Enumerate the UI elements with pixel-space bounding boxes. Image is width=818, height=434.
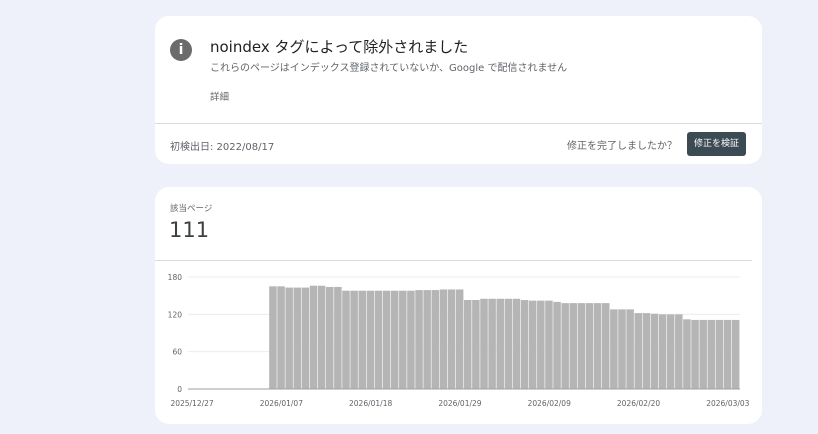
y-tick-label: 60 <box>172 348 182 357</box>
chart-bar <box>285 287 293 389</box>
chart-bar <box>472 300 480 389</box>
chart-bar <box>415 290 423 389</box>
chart-bar <box>691 319 699 389</box>
chart-bar <box>626 309 634 389</box>
chart-bar <box>618 309 626 389</box>
affected-pages-label: 該当ページ <box>170 204 213 214</box>
chart-bar <box>699 319 707 389</box>
chart-bar <box>707 319 716 389</box>
chart-bar <box>585 303 594 389</box>
chart-bar <box>512 298 521 389</box>
chart-bar <box>301 287 310 389</box>
x-tick-label: 2026/01/29 <box>438 399 481 408</box>
chart-bar <box>382 290 391 389</box>
chart-bar <box>423 290 431 389</box>
chart-bar <box>545 300 553 389</box>
affected-pages-count: 111 <box>169 218 210 242</box>
chart-bar <box>374 290 383 389</box>
details-link[interactable]: 詳細 <box>210 89 229 103</box>
chart-bar <box>561 303 569 389</box>
y-tick-label: 120 <box>168 310 183 319</box>
chart-bar <box>731 319 740 389</box>
chart-bar <box>610 309 618 389</box>
x-tick-label: 2026/03/03 <box>706 399 749 408</box>
chart-bar <box>309 285 318 389</box>
chart-bar <box>293 287 302 389</box>
chart-bar <box>642 313 651 389</box>
x-tick-label: 2026/01/07 <box>260 399 303 408</box>
chart-bar <box>480 298 488 389</box>
y-tick-label: 0 <box>177 385 182 394</box>
fix-question-text: 修正を完了しましたか？ <box>567 141 677 152</box>
x-tick-label: 2026/02/20 <box>617 399 660 408</box>
issue-title: noindex タグによって除外されました <box>210 38 469 56</box>
chart-bar <box>366 290 375 389</box>
chart-bar <box>407 290 415 389</box>
chart-bar <box>715 319 724 389</box>
chart-bar <box>390 290 399 389</box>
chart-bar <box>553 301 561 389</box>
divider <box>155 123 762 124</box>
chart-bar <box>439 289 448 389</box>
divider <box>155 260 752 261</box>
chart-bar <box>496 298 504 389</box>
chart-bar <box>650 313 659 389</box>
chart-bar <box>277 286 285 389</box>
chart-bar <box>464 300 472 389</box>
chart-bar <box>634 313 642 389</box>
chart-bar <box>675 314 683 389</box>
y-tick-label: 180 <box>168 273 183 282</box>
chart-bar <box>520 300 529 389</box>
affected-pages-chart: 0 60 120 180 2025/12/27 2026/01/07 2026/01/18 2… <box>168 273 750 408</box>
chart-bar <box>504 298 513 389</box>
chart-bar <box>342 290 350 389</box>
first-detected-date: 初検出日: 2022/08/17 <box>170 142 275 153</box>
chart-bar <box>577 303 586 389</box>
chart-bar <box>269 286 277 389</box>
issue-card: i noindex タグによって除外されました これらのページはインデックス登録… <box>155 16 762 164</box>
chart-bar <box>569 303 578 389</box>
chart-bar <box>455 289 464 389</box>
chart-bar <box>326 286 334 389</box>
validate-fix-button[interactable]: 修正を検証 <box>687 132 746 156</box>
chart-bar <box>431 290 440 389</box>
x-tick-label: 2026/01/18 <box>349 399 392 408</box>
affected-pages-card: 該当ページ 111 0 60 120 180 2025/12/27 2026/01/07 2… <box>155 187 762 424</box>
chart-bar <box>658 314 667 389</box>
chart-bar <box>683 319 691 389</box>
chart-bar <box>602 303 610 389</box>
chart-bar <box>358 290 366 389</box>
chart-bar <box>334 286 342 389</box>
x-tick-label: 2026/02/09 <box>528 399 571 408</box>
chart-bar <box>593 303 602 389</box>
chart-bar <box>723 319 732 389</box>
chart-bar <box>528 300 537 389</box>
issue-description: これらのページはインデックス登録されていないか、Google で配信されません <box>210 63 568 74</box>
chart-bar <box>317 285 326 389</box>
chart-bar <box>350 290 358 389</box>
chart-bar <box>447 289 456 389</box>
info-icon: i <box>170 39 192 61</box>
chart-bar <box>488 298 496 389</box>
chart-bar <box>537 300 545 389</box>
chart-bar <box>666 314 675 389</box>
chart-bar <box>399 290 407 389</box>
x-tick-label: 2025/12/27 <box>170 399 213 408</box>
